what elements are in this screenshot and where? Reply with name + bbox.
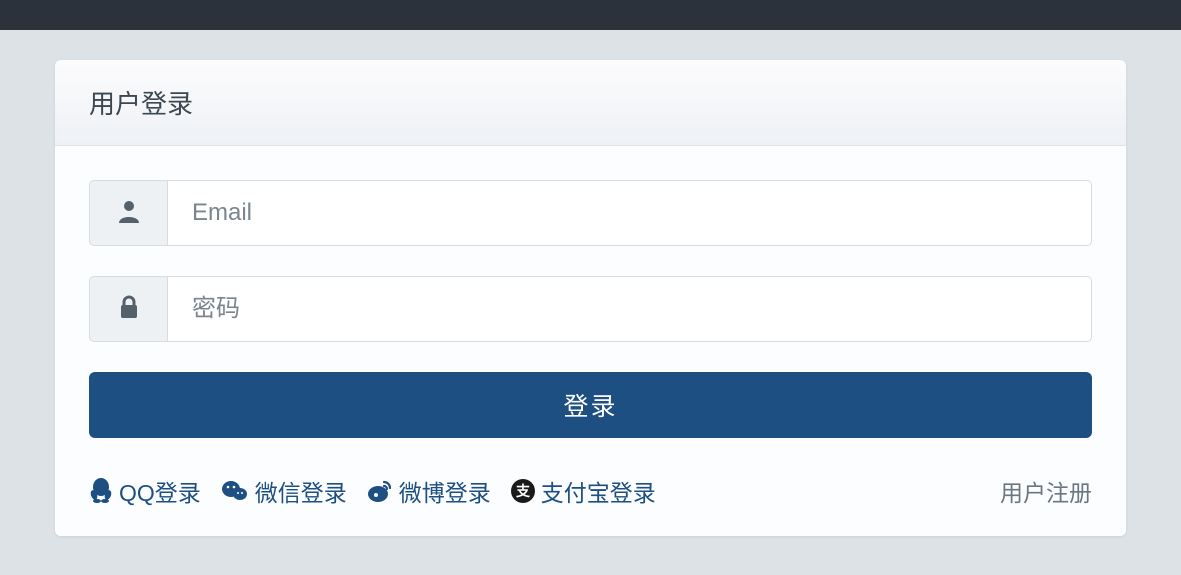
email-input-group [89, 180, 1092, 246]
qq-icon [89, 478, 113, 504]
register-link[interactable]: 用户注册 [1000, 474, 1092, 508]
password-addon [89, 276, 167, 342]
password-field[interactable] [167, 276, 1092, 342]
wechat-icon [221, 479, 249, 503]
qq-login-link[interactable]: QQ登录 [89, 474, 201, 508]
svg-text:支: 支 [515, 483, 531, 499]
login-button[interactable]: 登录 [89, 372, 1092, 438]
top-bar [0, 0, 1181, 30]
qq-login-label: QQ登录 [119, 474, 201, 508]
weibo-login-link[interactable]: 微博登录 [367, 474, 491, 508]
links-row: QQ登录 微信 [89, 474, 1092, 508]
page-background: 用户登录 [0, 30, 1181, 566]
password-input-group [89, 276, 1092, 342]
email-addon [89, 180, 167, 246]
weibo-icon [367, 479, 393, 503]
alipay-icon: 支 [511, 479, 535, 503]
alipay-login-link[interactable]: 支 支付宝登录 [511, 474, 656, 508]
login-panel: 用户登录 [55, 60, 1126, 536]
weibo-login-label: 微博登录 [399, 474, 491, 508]
panel-body: 登录 QQ登录 [55, 146, 1126, 536]
user-icon [118, 199, 140, 228]
email-field[interactable] [167, 180, 1092, 246]
social-links: QQ登录 微信 [89, 474, 656, 508]
panel-title: 用户登录 [89, 84, 1092, 121]
panel-header: 用户登录 [55, 60, 1126, 146]
wechat-login-link[interactable]: 微信登录 [221, 474, 347, 508]
wechat-login-label: 微信登录 [255, 474, 347, 508]
alipay-login-label: 支付宝登录 [541, 474, 656, 508]
lock-icon [119, 295, 139, 324]
